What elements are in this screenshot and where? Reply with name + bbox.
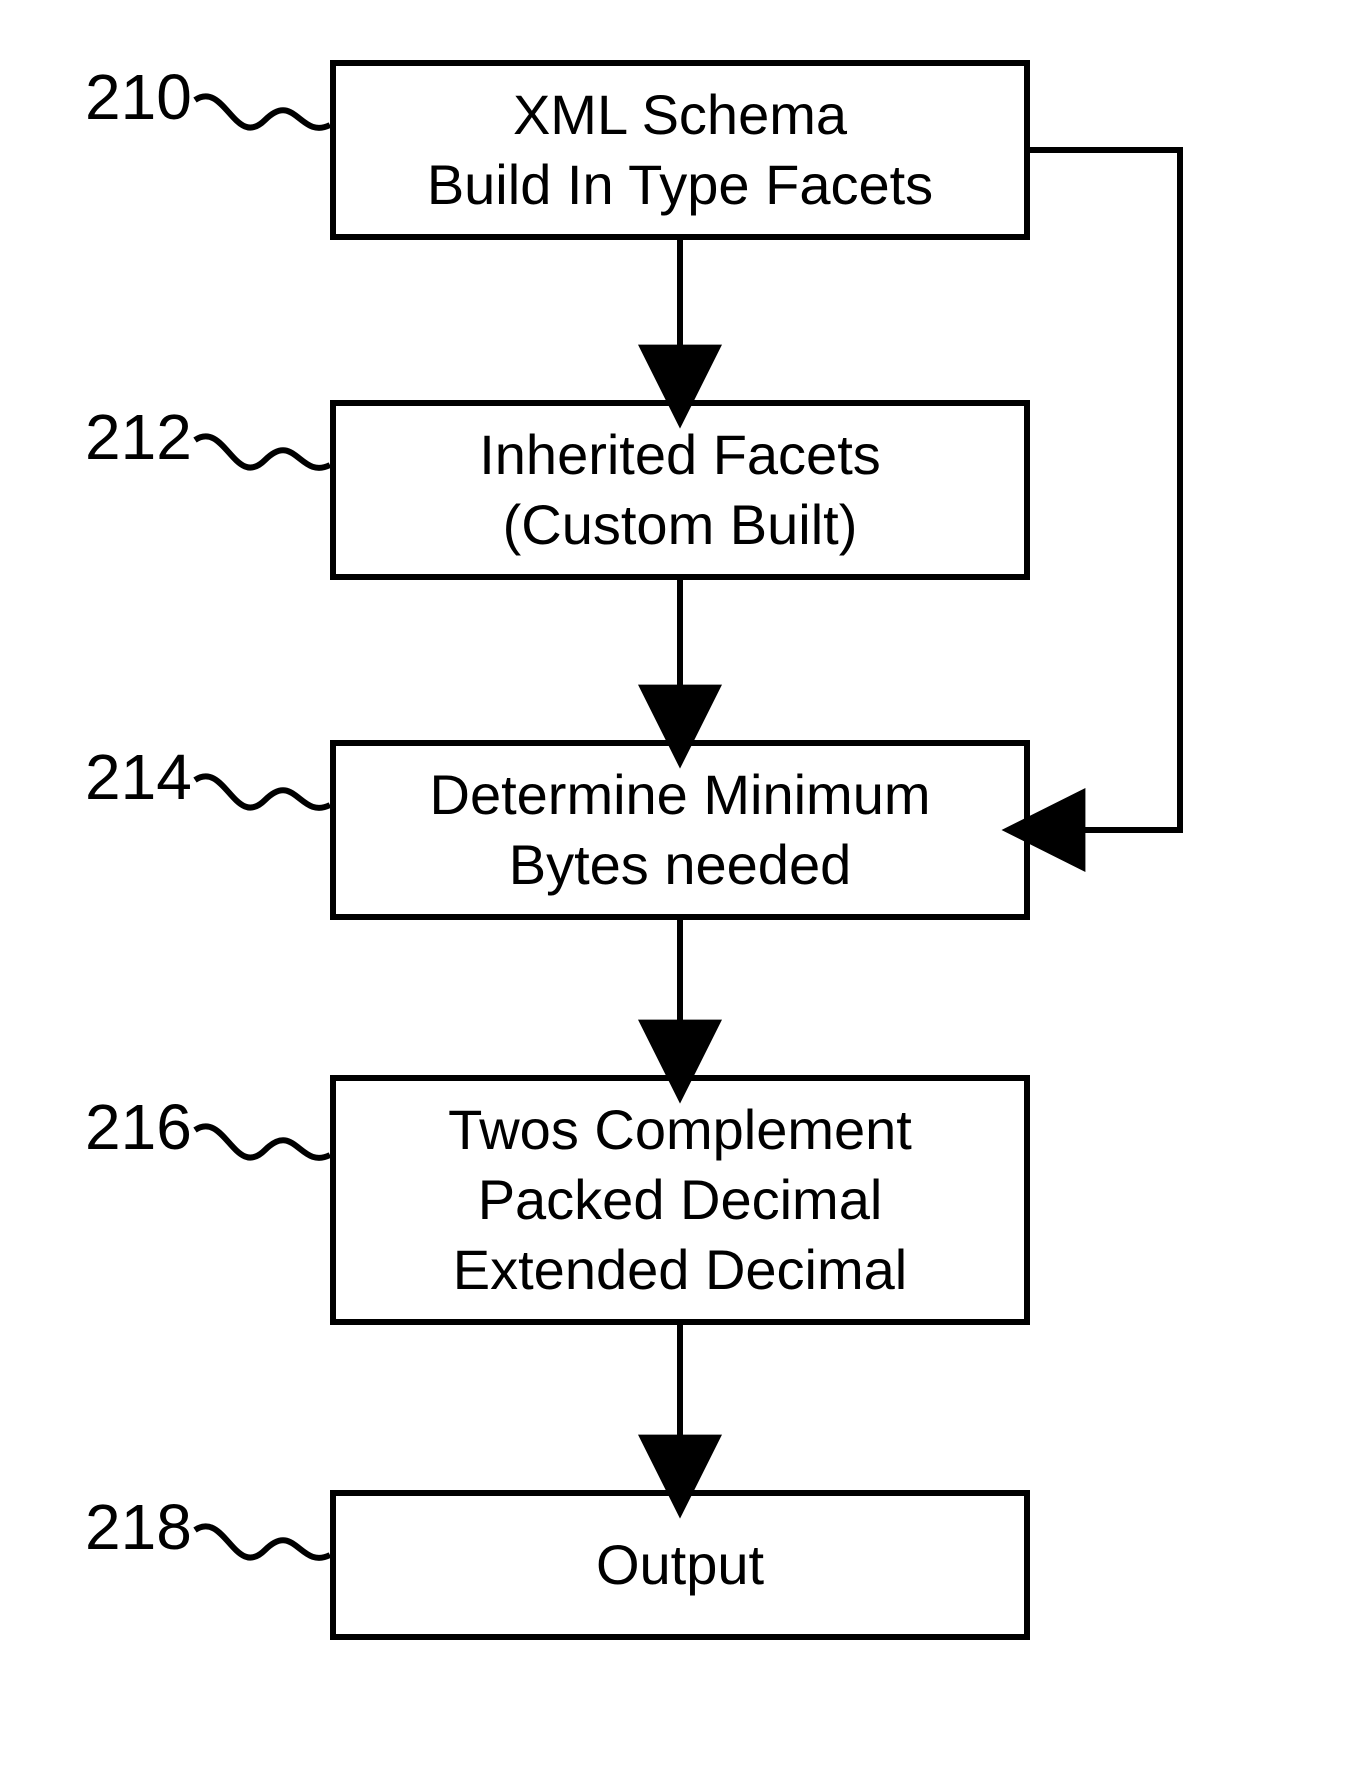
arrow-210-214-bypass [1030,150,1180,830]
leader-210 [195,96,330,128]
leader-216 [195,1126,330,1158]
connectors [0,0,1358,1783]
leader-218 [195,1526,330,1558]
leader-214 [195,776,330,808]
leader-212 [195,436,330,468]
